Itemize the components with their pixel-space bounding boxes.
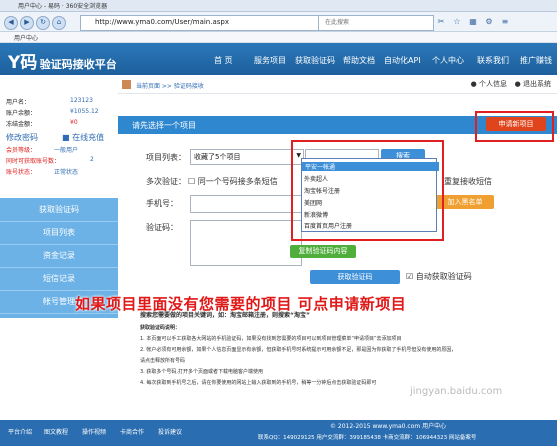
footer-link[interactable]: 图文教程 (44, 427, 68, 436)
nav-user-center[interactable]: 个人中心 (432, 55, 464, 66)
nav-home[interactable]: 首 页 (214, 55, 233, 66)
home-icon (122, 80, 131, 89)
browser-search-box[interactable] (318, 15, 434, 31)
username-value: 123123 (70, 97, 93, 104)
status-row: 账号状态： 正常状态 (6, 167, 78, 176)
nav-contact[interactable]: 联系我们 (477, 55, 509, 66)
note-line: 请点击释放所有号码 (140, 358, 186, 364)
recharge-label: 在线充值 (72, 133, 105, 142)
site-logo[interactable]: Y码 验证码接收平台 (8, 48, 117, 73)
project-select[interactable]: 收藏了5个项目 ▼ (190, 149, 304, 165)
note-line: 1. 本页面可以手工获取各大网站的手机验证码，如果没有找到您需要的项目可以到项目… (140, 336, 402, 342)
grid-icon[interactable]: ▦ (468, 16, 478, 27)
multi-verify-text: 同一个号码接多条短信 (197, 177, 278, 186)
footer-link[interactable]: 操作视频 (82, 427, 106, 436)
url-text: http://www.yma0.com/User/main.aspx (95, 18, 229, 26)
highlight-apply-button (475, 111, 554, 142)
get-code-button[interactable]: 获取验证码 (310, 270, 400, 284)
logo-sub: 验证码接收平台 (39, 58, 117, 71)
note-line: 2. 帐户必须有可用余额，如果个人信息页面显示有余额，但获取手机号时系统提示可用… (140, 347, 457, 353)
concurrent-value: 2 (90, 156, 94, 163)
nav-api[interactable]: 自动化API (384, 55, 421, 66)
code-textarea[interactable] (190, 220, 302, 266)
footer-link[interactable]: 卡商合作 (120, 427, 144, 436)
project-list-label: 项目列表： (146, 153, 186, 162)
browser-address-bar: ◀ ▶ ↻ ⌂ http://www.yma0.com/User/main.as… (0, 12, 557, 32)
change-password-link[interactable]: 修改密码 (6, 132, 38, 143)
sidebar-item-sms[interactable]: 短信记录 (0, 267, 118, 291)
site-header: Y码 验证码接收平台 首 页 服务项目 获取验证码 帮助文档 自动化API 个人… (0, 43, 557, 75)
level-value: 一般用户 (54, 147, 79, 154)
url-input[interactable]: http://www.yma0.com/User/main.aspx (80, 15, 326, 31)
auto-get-text: 自动获取验证码 (415, 272, 472, 281)
note-line: 获取验证码说明： (140, 325, 181, 331)
sidebar-item-get-code[interactable]: 获取验证码 (0, 198, 118, 222)
logo-main: Y码 (8, 53, 38, 73)
frozen-label: 冻结金额： (6, 121, 37, 128)
browser-tab-title[interactable]: 用户中心 - 易码 · 360安全浏览器 (18, 1, 107, 10)
panel-title: 请先选择一个项目 (132, 121, 196, 130)
phone-input[interactable] (190, 195, 302, 213)
footer-link[interactable]: 投诉建议 (158, 427, 182, 436)
recharge-link[interactable]: ■ 在线充值 (62, 132, 104, 143)
balance-value: ¥1055.12 (70, 108, 99, 115)
nav-promote[interactable]: 推广赚钱 (520, 55, 552, 66)
footer-contacts: 联系QQ：149029125 用户交流群：399185438 卡商交流群：106… (258, 435, 477, 441)
menu-icon[interactable]: ≡ (500, 16, 510, 27)
copy-code-button[interactable]: 复制验证码内容 (290, 245, 356, 258)
bookmark-user-center[interactable]: 用户中心 (14, 33, 38, 42)
frozen-row: 冻结金额： ¥0 (6, 119, 78, 128)
bookmark-bar: 用户中心 (0, 32, 557, 43)
nav-get-code[interactable]: 获取验证码 (295, 55, 335, 66)
status-value: 正常状态 (54, 169, 79, 176)
browser-tab-bar: 用户中心 - 易码 · 360安全浏览器 (0, 0, 557, 12)
forward-button[interactable]: ▶ (20, 16, 34, 30)
highlight-dropdown (291, 140, 444, 241)
nav-services[interactable]: 服务项目 (254, 55, 286, 66)
level-row: 会员等级： 一般用户 (6, 145, 78, 154)
username-row: 用户名： 123123 (6, 97, 93, 106)
home-button[interactable]: ⌂ (52, 16, 66, 30)
multi-verify-option[interactable]: ☐ 同一个号码接多条短信 (188, 176, 278, 187)
code-label: 验证码： (146, 223, 178, 232)
phone-label: 手机号： (146, 199, 178, 208)
settings-icon[interactable]: ⚙ (484, 16, 494, 27)
sidebar-item-projects[interactable]: 项目列表 (0, 221, 118, 245)
balance-row: 账户余额： ¥1055.12 (6, 108, 99, 117)
sidebar-item-funds[interactable]: 资金记录 (0, 244, 118, 268)
balance-label: 账户余额： (6, 110, 37, 117)
user-info-label: 个人信息 (479, 80, 507, 88)
level-label: 会员等级： (6, 147, 37, 154)
frozen-value: ¥0 (70, 119, 78, 126)
logout-link[interactable]: ● 退出系统 (515, 79, 551, 89)
watermark: jingyan.baidu.com (410, 386, 503, 397)
user-info-link[interactable]: ● 个人信息 (471, 79, 507, 89)
back-button[interactable]: ◀ (4, 16, 18, 30)
site-footer: 平台介绍 图文教程 操作视频 卡商合作 投诉建议 © 2012-2015 www… (0, 420, 557, 446)
breadcrumb-text[interactable]: 当前页面 >> 验证码接收 (136, 81, 204, 90)
star-icon[interactable]: ☆ (452, 16, 462, 27)
auto-get-option[interactable]: ☑ 自动获取验证码 (406, 271, 472, 282)
concurrent-row: 同时可获取账号数： 2 (6, 156, 94, 165)
username-label: 用户名： (6, 99, 31, 106)
account-info-panel: 用户名： 123123 账户余额： ¥1055.12 冻结金额： ¥0 修改密码… (0, 94, 118, 198)
footer-link[interactable]: 平台介绍 (8, 427, 32, 436)
refresh-button[interactable]: ↻ (36, 16, 50, 30)
project-select-value: 收藏了5个项目 (194, 153, 241, 161)
nav-help[interactable]: 帮助文档 (343, 55, 375, 66)
blacklist-button[interactable]: 加入黑名单 (436, 195, 494, 209)
breadcrumb: 当前页面 >> 验证码接收 ● 个人信息 ● 退出系统 (118, 77, 557, 94)
footer-copyright: © 2012-2015 www.yma0.com 用户中心 (330, 423, 447, 430)
note-line: 搜索您需要做的项目关键词，如：淘宝邮箱注册，则搜索“淘宝” (140, 312, 310, 319)
multi-verify-label: 多次验证： (146, 177, 186, 186)
browser-search-input[interactable] (323, 18, 417, 27)
note-line: 3. 获取多个号码,打开多个页面或者下载电脑客户端使用 (140, 369, 263, 375)
logout-label: 退出系统 (523, 80, 551, 88)
note-line: 4. 每次获取到手机号之后，请在你要使用的网站上输入获取到的手机号，稍等一分钟后… (140, 380, 377, 386)
status-label: 账号状态： (6, 169, 37, 176)
reuse-sms-option[interactable]: 重复接收短信 (444, 176, 492, 187)
scissors-icon[interactable]: ✂ (436, 16, 446, 27)
concurrent-label: 同时可获取账号数： (6, 158, 61, 165)
